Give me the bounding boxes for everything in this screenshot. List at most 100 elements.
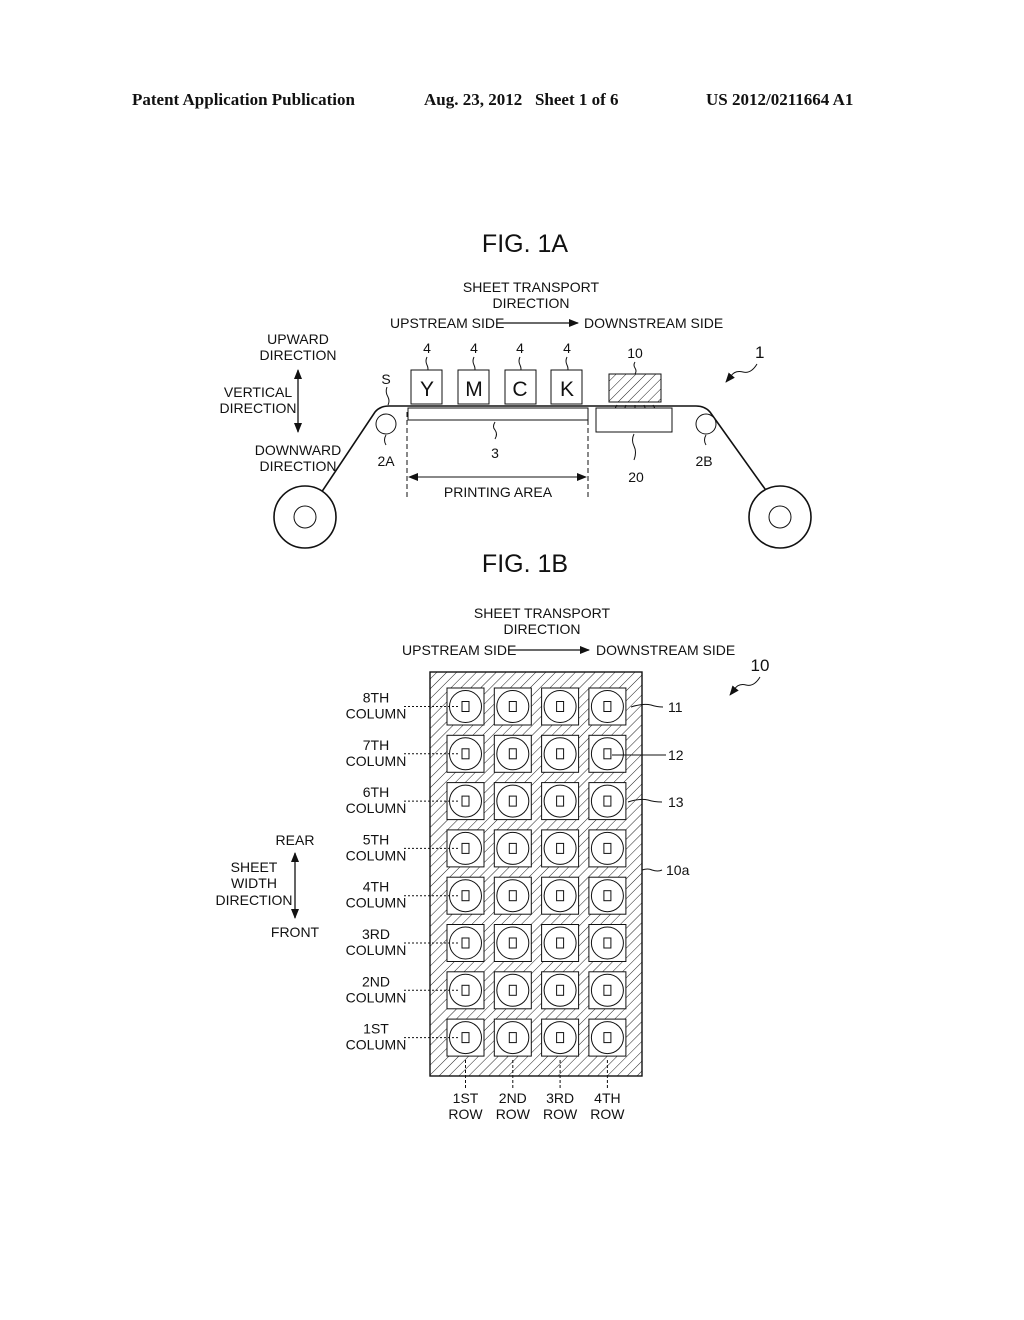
device-ref-arrow — [725, 363, 758, 383]
led-cell — [588, 876, 627, 915]
uv-light-unit — [608, 373, 662, 403]
column-label: 4TH — [363, 879, 389, 895]
platen — [407, 407, 589, 421]
row-label-word: ROW — [496, 1106, 531, 1122]
head-letter: C — [512, 378, 527, 401]
led-cell — [493, 829, 532, 868]
vertical-label: VERTICAL — [224, 384, 292, 400]
led-chip — [556, 748, 565, 760]
led-chip — [508, 890, 517, 902]
led-chip — [461, 795, 470, 807]
row-label: 1ST — [453, 1090, 479, 1106]
led-cell — [541, 687, 580, 726]
fig1b-downstream-label: DOWNSTREAM SIDE — [596, 642, 735, 658]
led-chip — [508, 842, 517, 854]
led-cell — [541, 1018, 580, 1057]
led-chip — [461, 1032, 470, 1044]
vertical-label-2: DIRECTION — [220, 400, 297, 416]
sheet-width-label-3: DIRECTION — [216, 892, 293, 908]
led-cell — [493, 971, 532, 1010]
led-chip — [461, 890, 470, 902]
led-cell — [541, 829, 580, 868]
led-chip — [603, 937, 612, 949]
led-chip — [461, 701, 470, 712]
column-label: 3RD — [362, 926, 390, 942]
led-chip — [556, 890, 565, 902]
head-letter: M — [465, 378, 483, 401]
platen-ref: 3 — [491, 445, 499, 461]
led-chip — [461, 937, 470, 949]
led-chip — [556, 937, 565, 949]
roller-2a — [375, 413, 397, 435]
fig1b-transport-label-2: DIRECTION — [504, 621, 581, 637]
ref-13: 13 — [668, 794, 684, 810]
led-cell — [493, 876, 532, 915]
head-letter: Y — [420, 378, 434, 401]
led-chip — [603, 1032, 612, 1044]
roller-2a-label: 2A — [377, 453, 395, 469]
led-cell — [541, 782, 580, 821]
unit-ref-arrow — [729, 676, 761, 696]
led-chip — [603, 748, 612, 760]
fig1a-title: FIG. 1A — [482, 230, 568, 258]
led-cell — [541, 734, 580, 773]
column-label-word: COLUMN — [346, 1037, 407, 1053]
column-label: 2ND — [362, 973, 390, 989]
fig1b-transport-label: SHEET TRANSPORT — [474, 605, 611, 621]
led-chip — [556, 795, 565, 807]
column-label-word: COLUMN — [346, 753, 407, 769]
led-chip — [508, 748, 517, 760]
rear-label: REAR — [276, 832, 315, 848]
led-chip — [603, 890, 612, 902]
led-chip — [603, 842, 612, 854]
downward-label-2: DIRECTION — [260, 458, 337, 474]
device-ref: 1 — [755, 343, 764, 362]
led-chip — [603, 701, 612, 712]
led-chip — [508, 1032, 517, 1044]
led-cell — [493, 782, 532, 821]
row-label: 3RD — [546, 1090, 574, 1106]
sheet-width-label: SHEET — [231, 859, 278, 875]
led-cell — [493, 687, 532, 726]
head-ref: 4 — [516, 340, 524, 356]
upward-label-2: DIRECTION — [260, 347, 337, 363]
led-cell — [493, 1018, 532, 1057]
ref-11: 11 — [668, 699, 683, 715]
column-label: 5TH — [363, 831, 389, 847]
printing-area-label: PRINTING AREA — [444, 484, 553, 500]
upward-label: UPWARD — [267, 331, 329, 347]
light-ref: 10 — [627, 345, 643, 361]
led-cell — [588, 829, 627, 868]
led-chip — [603, 984, 612, 996]
column-label-word: COLUMN — [346, 942, 407, 958]
led-cell — [588, 1018, 627, 1057]
head-letter: K — [560, 378, 574, 401]
led-cell — [493, 924, 532, 962]
led-chip — [508, 984, 517, 996]
column-label-word: COLUMN — [346, 847, 407, 863]
head-ref: 4 — [563, 340, 571, 356]
front-label: FRONT — [271, 924, 320, 940]
led-chip — [461, 984, 470, 996]
fig1a-upstream-label: UPSTREAM SIDE — [390, 315, 504, 331]
row-label-word: ROW — [448, 1106, 483, 1122]
column-label: 6TH — [363, 784, 389, 800]
takeup-roll — [748, 485, 812, 549]
fig1b-upstream-label: UPSTREAM SIDE — [402, 642, 516, 658]
sheet-width-label-2: WIDTH — [231, 875, 277, 891]
table-ref: 20 — [628, 469, 644, 485]
led-chip — [556, 1032, 565, 1044]
sheet-ref: S — [381, 371, 390, 387]
row-label-word: ROW — [543, 1106, 578, 1122]
column-label: 1ST — [363, 1021, 389, 1037]
row-label: 2ND — [499, 1090, 527, 1106]
column-label-word: COLUMN — [346, 800, 407, 816]
unit-ref: 10 — [751, 656, 770, 675]
led-chip — [603, 795, 612, 807]
led-chip — [508, 937, 517, 949]
head-ref: 4 — [470, 340, 478, 356]
fig1b-title: FIG. 1B — [482, 550, 568, 578]
column-label: 7TH — [363, 737, 389, 753]
led-chip — [508, 701, 517, 712]
led-substrate-10a — [429, 671, 643, 1077]
